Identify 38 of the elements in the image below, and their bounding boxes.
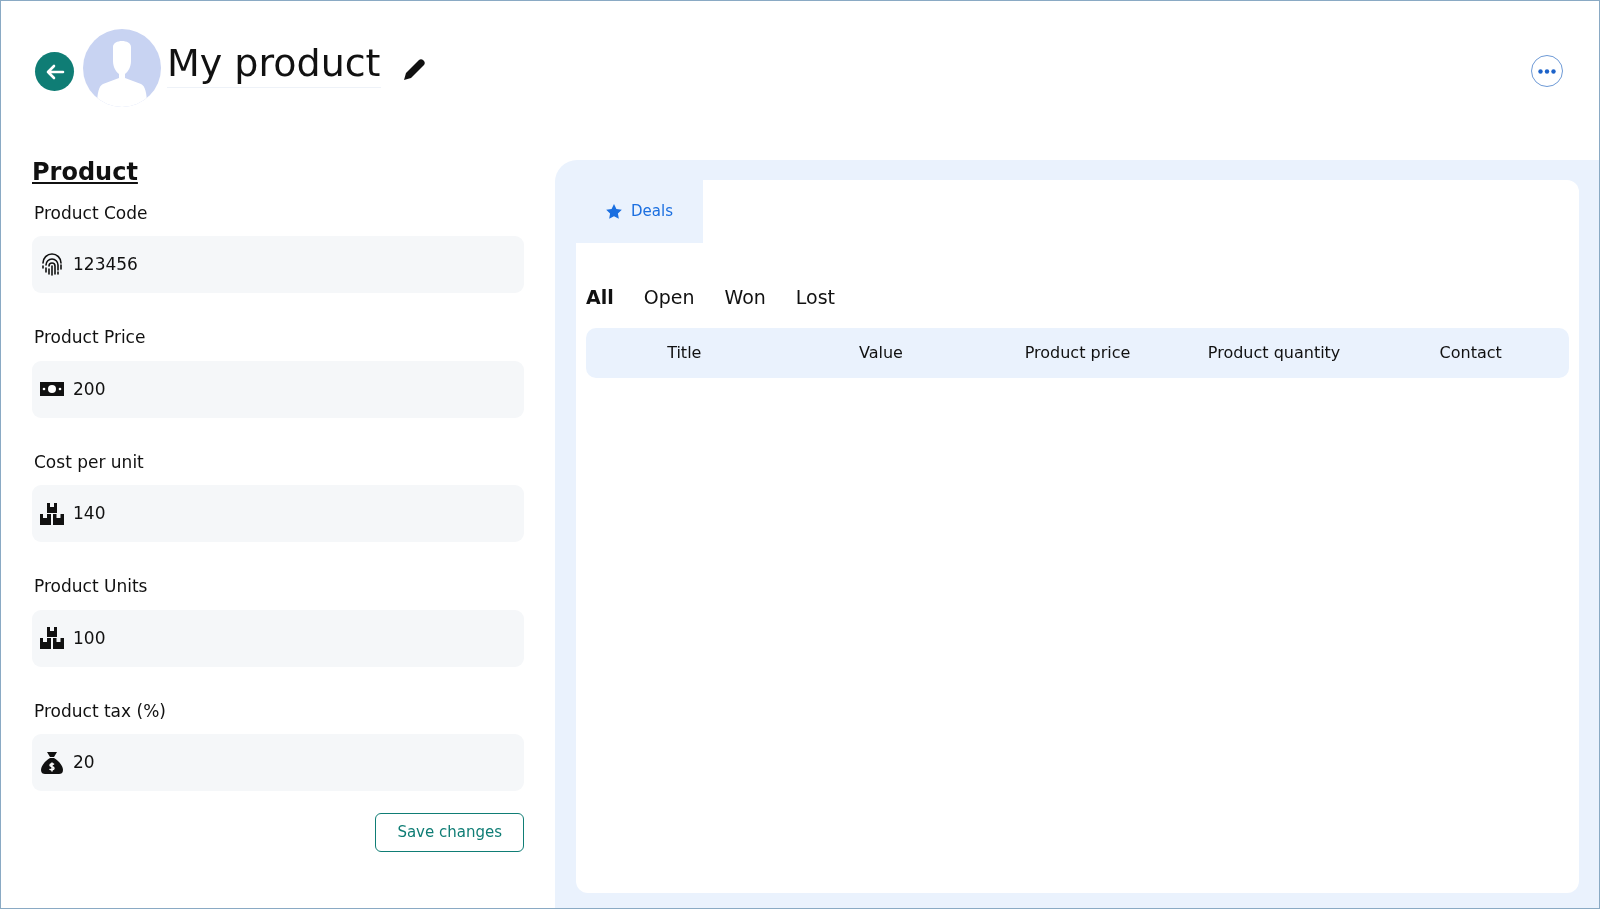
field-value: 20 <box>73 751 95 775</box>
fingerprint-icon <box>40 252 64 277</box>
field-label: Product tax (%) <box>34 699 167 723</box>
column-header: Title <box>666 341 703 364</box>
filter-tab[interactable]: All <box>586 283 614 312</box>
money-bag-icon <box>40 750 64 775</box>
product-title: My product <box>167 41 381 88</box>
back-arrow-icon <box>44 63 65 80</box>
field-label: Cost per unit <box>34 450 145 474</box>
more-icon <box>1538 68 1556 74</box>
column-header: Contact <box>1438 341 1503 364</box>
input-field[interactable]: 20 <box>32 734 524 792</box>
field-value: 200 <box>73 377 106 401</box>
input-field[interactable]: 100 <box>32 609 524 667</box>
input-field[interactable]: 123456 <box>32 236 524 294</box>
field-label: Product Units <box>34 575 149 599</box>
field-label: Product Code <box>34 201 149 225</box>
filter-tab[interactable]: Won <box>724 283 766 312</box>
more-options-button[interactable] <box>1531 55 1563 87</box>
filter-tab[interactable]: Open <box>643 283 695 312</box>
input-field[interactable]: 140 <box>32 485 524 543</box>
star-icon <box>606 204 622 219</box>
input-field[interactable]: 200 <box>32 360 524 418</box>
filter-tab[interactable]: Lost <box>795 283 836 312</box>
back-button[interactable] <box>35 52 74 91</box>
section-heading: Product <box>32 158 139 187</box>
tab[interactable]: Deals <box>576 180 703 243</box>
field-value: 100 <box>73 626 106 650</box>
boxes-icon <box>40 627 64 650</box>
column-header: Product quantity <box>1206 341 1342 364</box>
banknote-icon <box>40 381 64 398</box>
boxes-icon <box>40 502 64 525</box>
field-label: Product Price <box>34 326 147 350</box>
column-header: Value <box>857 341 904 364</box>
save-button[interactable]: Save changes <box>375 813 524 852</box>
column-header: Product price <box>1023 341 1132 364</box>
field-value: 140 <box>73 502 106 526</box>
field-value: 123456 <box>73 253 138 277</box>
